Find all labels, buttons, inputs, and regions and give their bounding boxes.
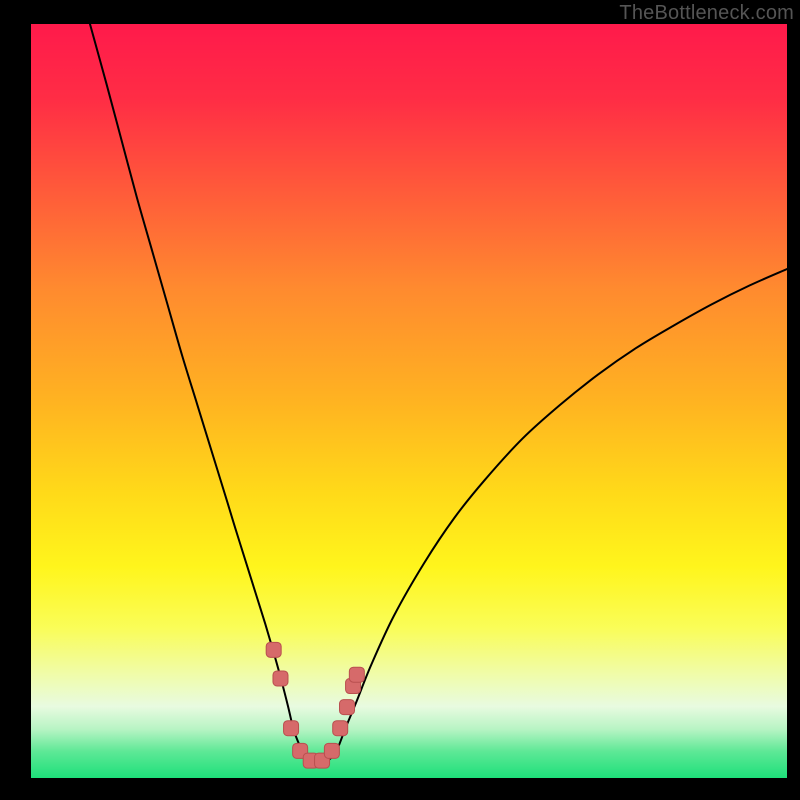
watermark-text: TheBottleneck.com bbox=[619, 2, 794, 25]
data-marker bbox=[284, 721, 299, 736]
data-marker bbox=[349, 667, 364, 682]
gradient-background bbox=[31, 24, 787, 778]
data-marker bbox=[340, 700, 355, 715]
data-marker bbox=[324, 743, 339, 758]
chart-outer-frame: TheBottleneck.com bbox=[0, 0, 800, 800]
chart-plot-area bbox=[31, 24, 787, 778]
data-marker bbox=[266, 642, 281, 657]
data-marker bbox=[273, 671, 288, 686]
data-marker bbox=[333, 721, 348, 736]
chart-svg bbox=[31, 24, 787, 778]
